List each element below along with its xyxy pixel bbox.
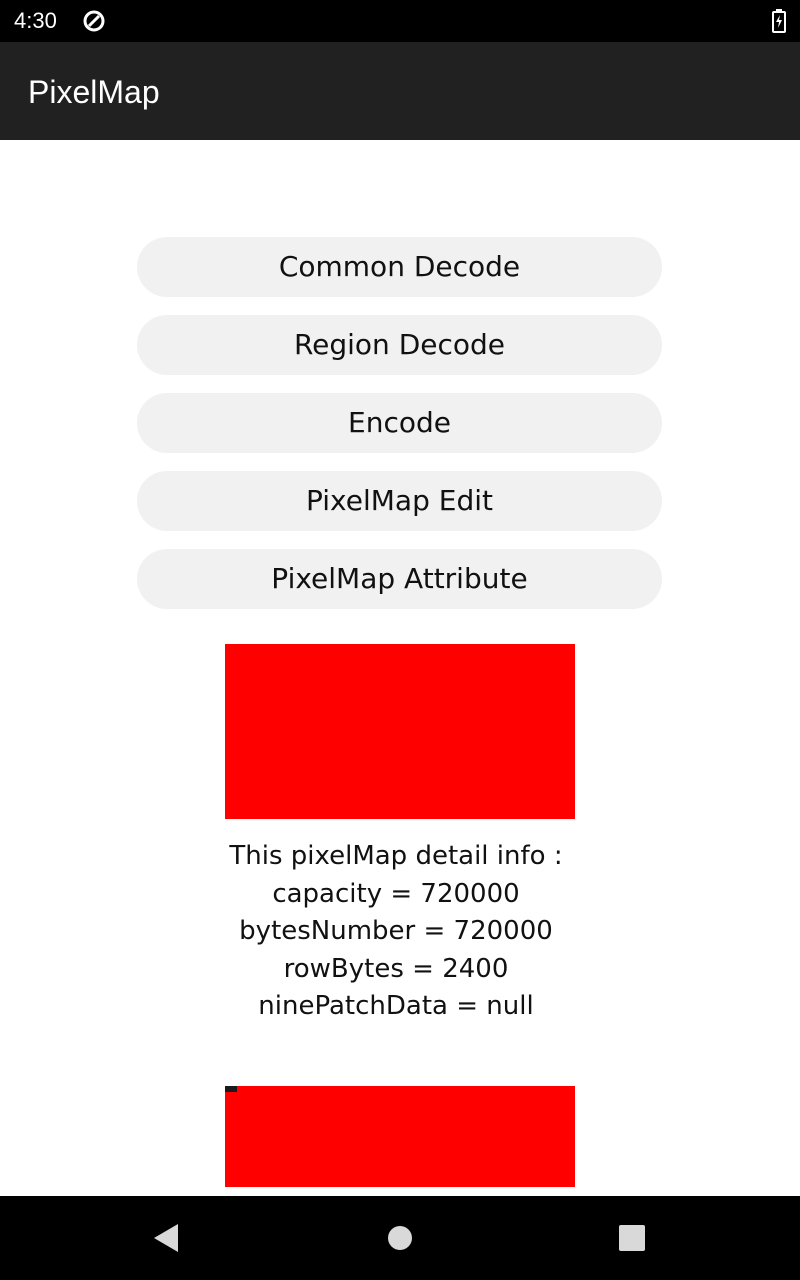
navigation-bar: [0, 1196, 800, 1280]
info-line-row-bytes: rowBytes = 2400: [283, 953, 509, 984]
battery-charging-icon: [772, 9, 786, 33]
main-content: Common Decode Region Decode Encode Pixel…: [0, 140, 800, 1196]
pixelmap-secondary-image: [225, 1086, 575, 1187]
common-decode-button[interactable]: Common Decode: [137, 237, 662, 297]
info-line-bytes-number: bytesNumber = 720000: [239, 916, 553, 946]
pixelmap-attribute-button[interactable]: PixelMap Attribute: [137, 549, 662, 609]
status-time: 4:30: [14, 8, 57, 33]
back-icon[interactable]: [150, 1220, 186, 1256]
info-line-capacity: capacity = 720000: [272, 878, 520, 909]
app-bar: PixelMap: [0, 42, 800, 140]
info-line-nine-patch: ninePatchData = null: [258, 991, 534, 1021]
app-title: PixelMap: [28, 74, 160, 110]
encode-button[interactable]: Encode: [137, 393, 662, 453]
status-bar: 4:30: [0, 0, 800, 42]
sync-icon: [83, 10, 105, 32]
pixelmap-preview-image: [225, 644, 575, 819]
image-corner-mark: [225, 1086, 237, 1092]
region-decode-button[interactable]: Region Decode: [137, 315, 662, 375]
recents-icon[interactable]: [614, 1220, 650, 1256]
pixelmap-info-text: This pixelMap detail info : capacity = 7…: [150, 838, 642, 1026]
pixelmap-edit-button[interactable]: PixelMap Edit: [137, 471, 662, 531]
home-icon[interactable]: [382, 1220, 418, 1256]
info-line-header: This pixelMap detail info :: [229, 841, 563, 871]
